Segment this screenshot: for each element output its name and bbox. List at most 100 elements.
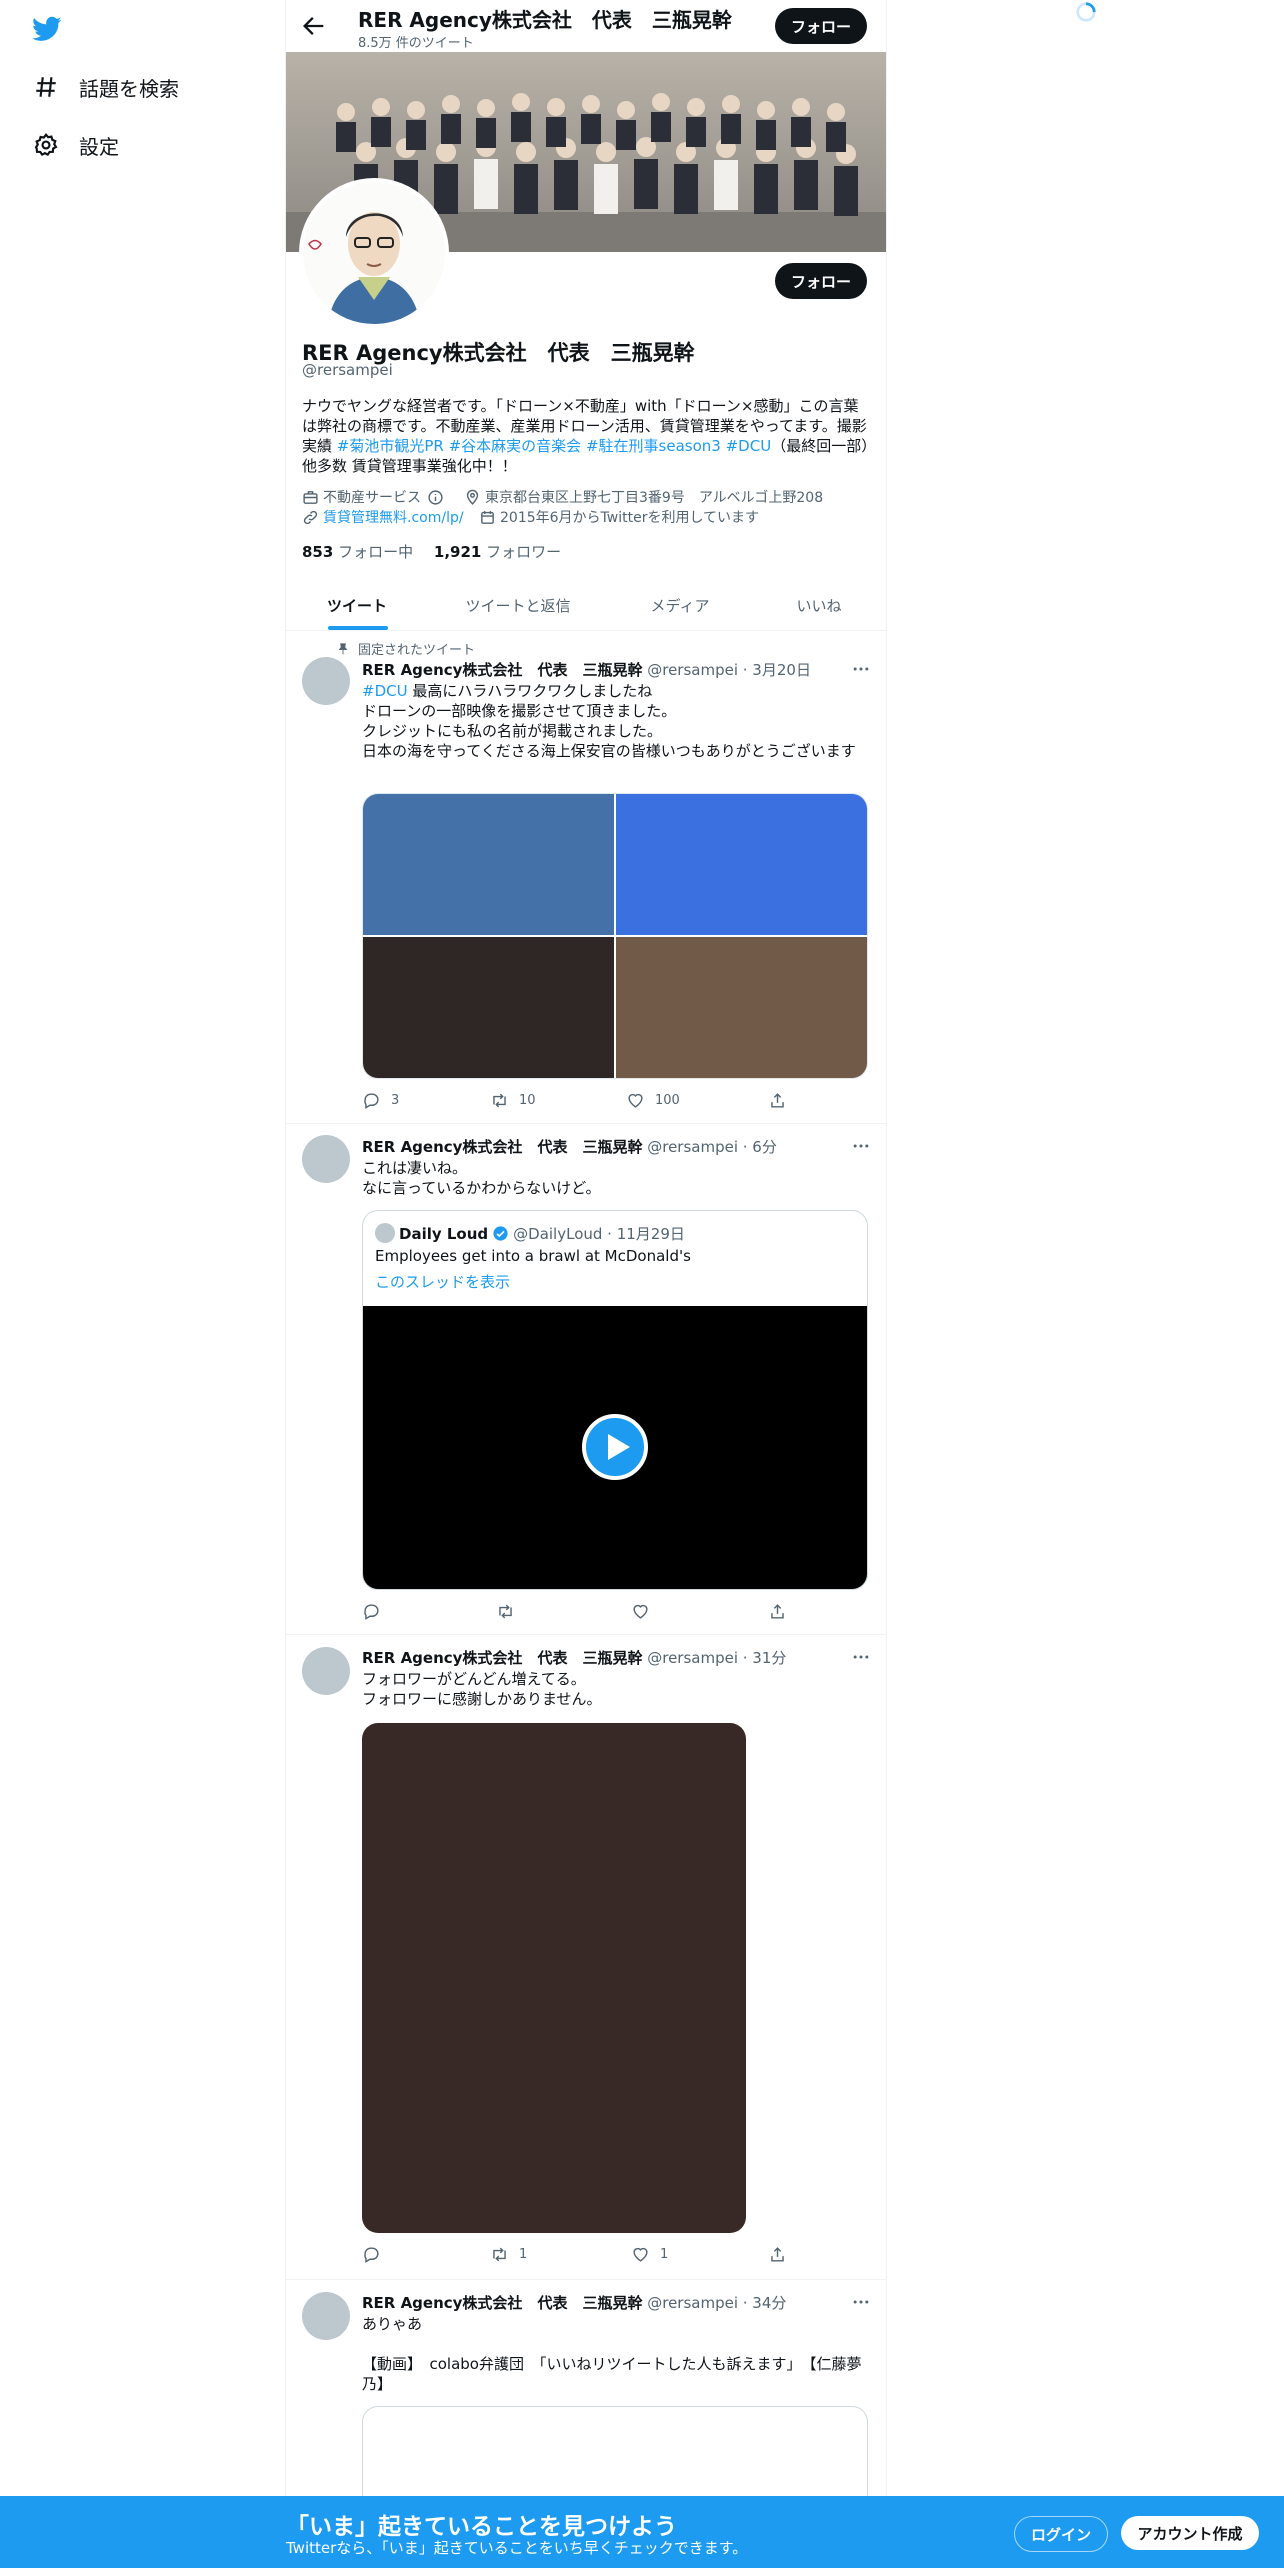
followers-link[interactable]: 1,921 フォロワー bbox=[434, 543, 561, 561]
more-options-icon[interactable] bbox=[851, 659, 871, 679]
media-photo[interactable] bbox=[616, 937, 867, 1078]
sidebar-item-label: 設定 bbox=[79, 134, 119, 159]
retweet-button[interactable]: 1 bbox=[490, 2245, 527, 2264]
tweet-hashtag-link[interactable]: #DCU bbox=[362, 682, 408, 700]
tweet-avatar[interactable] bbox=[302, 1647, 350, 1695]
tab-media[interactable]: メディア bbox=[608, 580, 752, 630]
like-button[interactable] bbox=[631, 1602, 660, 1621]
tweet-text-body: ドローンの一部映像を撮影させて頂きました。 クレジットにも私の名前が掲載されまし… bbox=[362, 702, 856, 760]
profile-header-bar: RER Agency株式会社 代表 三瓶晃幹 8.5万 件のツイート フォロー bbox=[286, 0, 886, 52]
share-icon bbox=[771, 1093, 784, 1108]
retweet-button[interactable] bbox=[496, 1602, 525, 1621]
back-arrow-icon[interactable] bbox=[300, 12, 328, 40]
login-button[interactable]: ログイン bbox=[1014, 2516, 1108, 2552]
share-button[interactable] bbox=[768, 1602, 797, 1621]
tweet-author[interactable]: RER Agency株式会社 代表 三瓶晃幹 bbox=[362, 661, 642, 679]
tweet-avatar[interactable] bbox=[302, 657, 350, 705]
tweet-handle-time: @rersampei · 3月20日 bbox=[647, 661, 811, 679]
media-photo[interactable] bbox=[616, 794, 867, 935]
tweet-media-photo[interactable] bbox=[362, 1723, 746, 2233]
header-follow-button[interactable]: フォロー bbox=[775, 8, 867, 44]
quote-text: Employees get into a brawl at McDonald's bbox=[375, 1247, 691, 1265]
reply-count: 3 bbox=[391, 1093, 400, 1108]
retweet-button[interactable]: 10 bbox=[490, 1091, 536, 1110]
bio-hashtag-link[interactable]: #DCU bbox=[726, 437, 772, 455]
retweet-count: 10 bbox=[519, 1093, 536, 1108]
like-button[interactable]: 100 bbox=[626, 1091, 680, 1110]
video-player[interactable] bbox=[363, 1306, 867, 1589]
profile-joined-date: 2015年6月からTwitterを利用しています bbox=[479, 507, 759, 527]
tweet-avatar[interactable] bbox=[302, 2292, 350, 2340]
tab-tweets[interactable]: ツイート bbox=[286, 580, 428, 630]
profile-tabs: ツイート ツイートと返信 メディア いいね bbox=[286, 580, 886, 631]
share-button[interactable] bbox=[768, 2245, 797, 2264]
following-label: フォロー中 bbox=[338, 543, 414, 561]
more-options-icon[interactable] bbox=[851, 1136, 871, 1156]
sidebar-item-explore[interactable]: 話題を検索 bbox=[33, 67, 179, 107]
loading-spinner-icon bbox=[1075, 1, 1097, 23]
quote-header: Daily Loud @DailyLoud · 11月29日 bbox=[399, 1223, 685, 1244]
tweet-author[interactable]: RER Agency株式会社 代表 三瓶晃幹 bbox=[362, 2294, 642, 2312]
verified-badge-icon bbox=[493, 1226, 508, 1241]
more-options-icon[interactable] bbox=[851, 2292, 871, 2312]
tweet[interactable]: RER Agency株式会社 代表 三瓶晃幹 @rersampei · 6分 こ… bbox=[286, 1124, 886, 1634]
quote-handle-time: @DailyLoud · 11月29日 bbox=[513, 1225, 685, 1243]
hashtag-icon bbox=[36, 77, 56, 97]
follow-counts: 853 フォロー中 1,921 フォロワー bbox=[302, 541, 561, 562]
twitter-logo-icon[interactable] bbox=[32, 14, 62, 44]
share-icon bbox=[771, 1604, 784, 1619]
profile-avatar[interactable] bbox=[299, 178, 449, 328]
reply-button[interactable] bbox=[362, 2245, 391, 2264]
reply-button[interactable] bbox=[362, 1602, 391, 1621]
reply-icon bbox=[364, 2247, 379, 2263]
share-button[interactable] bbox=[768, 1091, 797, 1110]
sidebar-item-label: 話題を検索 bbox=[79, 76, 179, 101]
profile-location: 東京都台東区上野七丁目3番9号 アルベルゴ上野208 bbox=[464, 487, 823, 507]
bio-hashtag-link[interactable]: #谷本麻実の音楽会 bbox=[449, 437, 582, 455]
info-icon[interactable] bbox=[427, 489, 444, 506]
tab-tweets-and-replies[interactable]: ツイートと返信 bbox=[428, 580, 608, 630]
tweet[interactable]: RER Agency株式会社 代表 三瓶晃幹 @rersampei · 31分 … bbox=[286, 1635, 886, 2279]
like-button[interactable]: 1 bbox=[631, 2245, 668, 2264]
website-link[interactable]: 賃貸管理無料.com/lp/ bbox=[323, 507, 464, 527]
signup-banner-title: 「いま」起きていることを見つけよう bbox=[286, 2514, 677, 2540]
tweet-avatar[interactable] bbox=[302, 1135, 350, 1183]
play-button-icon[interactable] bbox=[582, 1414, 648, 1480]
tweet-text: これは凄いね。 なに言っているかわからないけど。 bbox=[362, 1159, 601, 1197]
reply-icon bbox=[364, 1604, 379, 1620]
tweet-author[interactable]: RER Agency株式会社 代表 三瓶晃幹 bbox=[362, 1138, 642, 1156]
show-thread-link[interactable]: このスレッドを表示 bbox=[375, 1271, 510, 1292]
heart-icon bbox=[633, 1604, 648, 1619]
following-link[interactable]: 853 フォロー中 bbox=[302, 543, 413, 561]
tweet-text-line: 最高にハラハラワクワクしましたね bbox=[407, 682, 653, 700]
tweet-media-grid[interactable] bbox=[362, 793, 868, 1079]
profile-website: 賃貸管理無料.com/lp/ bbox=[302, 507, 464, 527]
profile-category: 不動産サービス bbox=[302, 487, 448, 507]
media-photo[interactable] bbox=[363, 794, 614, 935]
link-icon bbox=[303, 510, 318, 524]
tweet-header: RER Agency株式会社 代表 三瓶晃幹 @rersampei · 31分 bbox=[362, 1647, 786, 1668]
active-tab-indicator bbox=[328, 626, 388, 630]
pinned-text: 固定されたツイート bbox=[358, 643, 476, 658]
tab-likes[interactable]: いいね bbox=[752, 580, 886, 630]
retweet-count: 1 bbox=[519, 2247, 528, 2262]
tweet[interactable]: RER Agency株式会社 代表 三瓶晃幹 @rersampei · 34分 … bbox=[286, 2280, 886, 2528]
reply-button[interactable]: 3 bbox=[362, 1091, 399, 1110]
quote-tweet-card[interactable]: Daily Loud @DailyLoud · 11月29日 Employees… bbox=[362, 1210, 868, 1590]
profile-follow-button[interactable]: フォロー bbox=[775, 263, 867, 299]
more-options-icon[interactable] bbox=[851, 1647, 871, 1667]
tweet-pinned[interactable]: 固定されたツイート RER Agency株式会社 代表 三瓶晃幹 @rersam… bbox=[286, 631, 886, 1123]
media-photo[interactable] bbox=[363, 937, 614, 1078]
sidebar-item-settings[interactable]: 設定 bbox=[33, 125, 119, 165]
tweet-author[interactable]: RER Agency株式会社 代表 三瓶晃幹 bbox=[362, 1649, 642, 1667]
bio-hashtag-link[interactable]: #菊池市観光PR bbox=[337, 437, 444, 455]
retweet-icon bbox=[499, 1604, 512, 1619]
bio-hashtag-link[interactable]: #駐在刑事season3 bbox=[586, 437, 721, 455]
pinned-label: 固定されたツイート bbox=[336, 639, 475, 658]
tweet-handle-time: @rersampei · 31分 bbox=[647, 1649, 787, 1667]
profile-bio: ナウでヤングな経営者です。「ドローン×不動産」with「ドローン×感動」この言葉… bbox=[302, 396, 870, 476]
joined-text: 2015年6月からTwitterを利用しています bbox=[500, 510, 760, 526]
followers-label: フォロワー bbox=[486, 543, 562, 561]
signup-banner-subtitle: Twitterなら、「いま」起きていることをいち早くチェックできます。 bbox=[286, 2539, 748, 2557]
create-account-button[interactable]: アカウント作成 bbox=[1121, 2516, 1259, 2550]
